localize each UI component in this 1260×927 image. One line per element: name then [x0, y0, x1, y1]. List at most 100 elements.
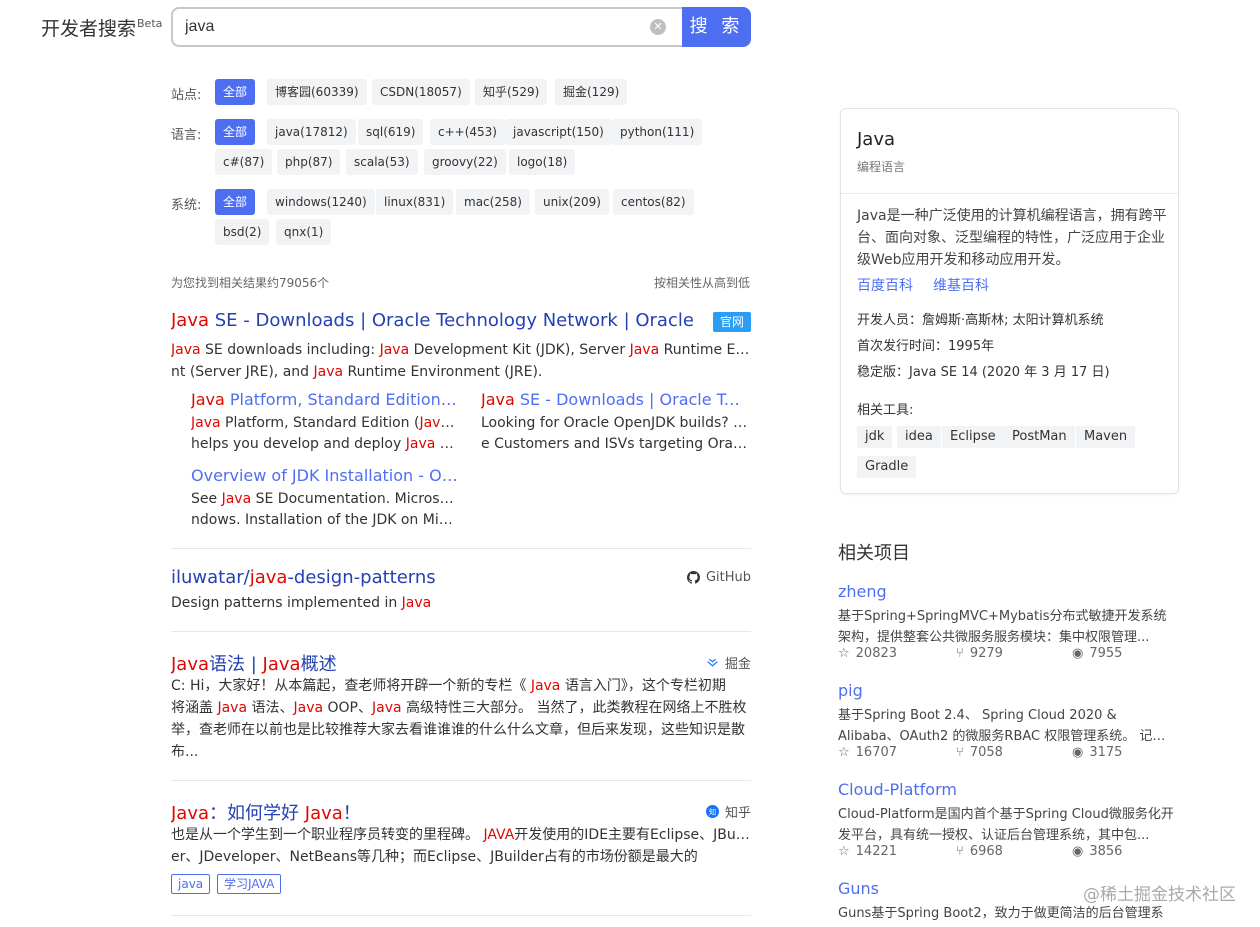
lang-chip[interactable]: groovy(22) [424, 149, 506, 175]
sort-order[interactable]: 按相关性从高到低 [654, 274, 750, 291]
search-box[interactable]: ✕ [171, 7, 684, 47]
clear-icon[interactable]: ✕ [650, 19, 666, 35]
site-chip[interactable]: 全部 [215, 79, 256, 105]
project-stats: ☆ 20823 ⑂ 9279 ◉ 7955 [838, 646, 1123, 661]
baidu-baike-link[interactable]: 百度百科 [857, 275, 913, 295]
os-chip[interactable]: 全部 [215, 189, 256, 215]
project-name[interactable]: Cloud-Platform [838, 780, 957, 799]
search-input[interactable] [185, 9, 645, 45]
lang-chip[interactable]: sql(619) [358, 119, 424, 145]
project-stats: ☆ 16707 ⑂ 7058 ◉ 3175 [838, 745, 1123, 760]
os-chip[interactable]: mac(258) [456, 189, 530, 215]
sublink-snippet: See Java SE Documentation. Microsoft Wi … [191, 491, 459, 528]
lang-chip[interactable]: python(111) [612, 119, 703, 145]
os-chip[interactable]: qnx(1) [276, 219, 332, 245]
lang-chip[interactable]: php(87) [277, 149, 341, 175]
result-count: 为您找到相关结果约79056个 [171, 276, 330, 290]
project-name[interactable]: pig [838, 681, 863, 700]
site-filter-label: 站点: [171, 88, 202, 103]
result-title[interactable]: Java：如何学好 Java！ [171, 799, 651, 825]
project-description: Cloud-Platform是国内首个基于Spring Cloud微服务化开发平… [838, 807, 1174, 843]
github-icon [686, 571, 700, 584]
svg-text:知: 知 [709, 807, 716, 816]
result-source: 知 知乎 [705, 802, 751, 821]
result-snippet: C: Hi，大家好！从本篇起，查老师将开辟一个新的专栏《 Java 语言入门》，… [171, 678, 747, 760]
lang-chip[interactable]: 全部 [215, 119, 256, 145]
result-source: GitHub [686, 570, 751, 585]
os-chip[interactable]: linux(831) [376, 189, 454, 215]
site-chip[interactable]: 掘金(129) [555, 79, 628, 105]
site-chip[interactable]: 博客园(60339) [267, 79, 367, 105]
lang-filter-label: 语言: [171, 128, 202, 143]
star-icon: ☆ [838, 646, 850, 661]
result-title[interactable]: iluwatar/java-design-patterns [171, 567, 651, 588]
card-fact-developer: 开发人员：詹姆斯·高斯林; 太阳计算机系统 [857, 313, 1104, 328]
search-button[interactable]: 搜 索 [682, 7, 751, 47]
tool-chip[interactable]: PostMan [1004, 426, 1075, 448]
zhihu-icon: 知 [705, 805, 719, 818]
os-chip[interactable]: bsd(2) [215, 219, 270, 245]
sublink-title[interactable]: Java Platform, Standard Edition Do... [191, 390, 459, 409]
site-logo[interactable]: 开发者搜索Beta [41, 14, 162, 41]
result-tag[interactable]: 学习JAVA [217, 874, 282, 894]
result-divider [171, 548, 751, 549]
lang-chip[interactable]: c#(87) [215, 149, 273, 175]
tools-label: 相关工具: [857, 403, 914, 418]
fork-icon: ⑂ [956, 844, 964, 859]
tool-chip[interactable]: Maven [1076, 426, 1136, 448]
card-subtitle: 编程语言 [857, 160, 906, 174]
result-snippet: Java SE downloads including: Java Develo… [171, 342, 751, 380]
result-snippet: Design patterns implemented in Java [171, 595, 432, 611]
site-chip[interactable]: CSDN(18057) [372, 79, 470, 105]
eye-icon: ◉ [1072, 646, 1084, 661]
beta-label: Beta [137, 17, 163, 30]
result-source: 掘金 [706, 653, 751, 672]
project-name[interactable]: Guns [838, 879, 879, 898]
wikipedia-link[interactable]: 维基百科 [933, 275, 989, 295]
site-chip[interactable]: 知乎(529) [475, 79, 548, 105]
result-title[interactable]: Java语法 | Java概述 [171, 650, 651, 676]
result-title[interactable]: Java SE - Downloads | Oracle Technology … [171, 310, 706, 331]
result-tag[interactable]: java [171, 874, 211, 894]
project-description: 基于Spring Boot 2.4、 Spring Cloud 2020 & A… [838, 708, 1166, 744]
lang-chip[interactable]: javascript(150) [505, 119, 612, 145]
tool-chip[interactable]: Gradle [857, 456, 917, 478]
lang-chip[interactable]: logo(18) [509, 149, 576, 175]
card-title: Java [857, 129, 896, 150]
result-divider [171, 780, 751, 781]
juejin-icon [707, 658, 718, 667]
result-divider [171, 631, 751, 632]
card-fact-release: 首次发行时间：1995年 [857, 339, 995, 354]
eye-icon: ◉ [1072, 745, 1084, 760]
project-description: 基于Spring+SpringMVC+Mybatis分布式敏捷开发系统架构，提供… [838, 609, 1167, 645]
sublink-snippet: Looking for Oracle OpenJDK builds? Oracl… [481, 415, 749, 452]
os-chip[interactable]: unix(209) [535, 189, 609, 215]
project-name[interactable]: zheng [838, 582, 887, 601]
fork-icon: ⑂ [956, 646, 964, 661]
logo-text: 开发者搜索 [41, 18, 137, 40]
star-icon: ☆ [838, 844, 850, 859]
lang-chip[interactable]: scala(53) [346, 149, 418, 175]
card-description: Java是一种广泛使用的计算机编程语言，拥有跨平台、面向对象、泛型编程的特性，广… [857, 208, 1167, 268]
card-fact-stable: 稳定版：Java SE 14 (2020 年 3 月 17 日) [857, 365, 1110, 380]
related-projects-heading: 相关项目 [838, 543, 910, 564]
official-badge: 官网 [713, 312, 751, 332]
result-snippet: 也是从一个学生到一个职业程序员转变的里程碑。 JAVA开发使用的IDE主要有Ec… [171, 827, 751, 865]
lang-chip[interactable]: java(17812) [267, 119, 356, 145]
tool-chip[interactable]: idea [897, 426, 941, 448]
project-stats: ☆ 14221 ⑂ 6968 ◉ 3856 [838, 844, 1123, 859]
os-filter-label: 系统: [171, 198, 202, 213]
sublink-title[interactable]: Java SE - Downloads | Oracle Tech... [481, 390, 749, 409]
lang-chip[interactable]: c++(453) [430, 119, 505, 145]
result-divider [171, 915, 751, 916]
sublink-title[interactable]: Overview of JDK Installation - Oracl... [191, 466, 459, 485]
watermark: @稀土掘金技术社区 [1083, 885, 1236, 905]
tool-chip[interactable]: jdk [857, 426, 893, 448]
os-chip[interactable]: centos(82) [613, 189, 694, 215]
sublink-snippet: Java Platform, Standard Edition (Java SE… [191, 415, 459, 452]
project-description: Guns基于Spring Boot2，致力于做更简洁的后台管理系 [838, 906, 1164, 921]
star-icon: ☆ [838, 745, 850, 760]
os-chip[interactable]: windows(1240) [267, 189, 375, 215]
tool-chip[interactable]: Eclipse [942, 426, 1004, 448]
eye-icon: ◉ [1072, 844, 1084, 859]
